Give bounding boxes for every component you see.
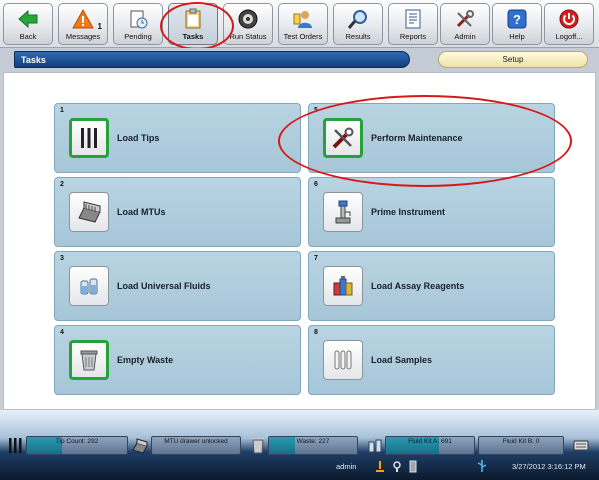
- tools-icon: [456, 10, 474, 28]
- temperature-icon: [376, 461, 384, 472]
- task-number: 2: [60, 181, 64, 188]
- task-load-samples[interactable]: 8 Load Samples: [308, 325, 555, 395]
- task-number: 6: [314, 181, 318, 188]
- task-number: 7: [314, 255, 318, 262]
- warning-icon: [72, 8, 94, 29]
- setup-tab[interactable]: Setup: [438, 51, 588, 68]
- pending-button[interactable]: Pending: [113, 3, 163, 45]
- task-label: Load Universal Fluids: [117, 281, 211, 291]
- waste-status-icon: [252, 438, 264, 454]
- run-status-icon: [238, 9, 258, 29]
- magnifier-icon: [347, 10, 367, 29]
- current-user: admin: [336, 462, 357, 471]
- test-orders-button[interactable]: Test Orders: [278, 3, 328, 45]
- mtu-drawer-gauge: MTU drawer unlocked: [151, 436, 241, 455]
- help-label: Help: [509, 32, 525, 41]
- tip-count-gauge: Tip Count: 292: [26, 436, 128, 455]
- task-load-assay-reagents[interactable]: 7 Load Assay Reagents: [308, 251, 555, 321]
- task-number: 1: [60, 107, 64, 114]
- waste-gauge: Waste: 227: [268, 436, 358, 455]
- waste-text: Waste: 227: [296, 438, 330, 445]
- task-number: 4: [60, 329, 64, 336]
- messages-button[interactable]: 1 Messages: [58, 3, 108, 45]
- back-label: Back: [19, 32, 37, 41]
- test-orders-icon: [293, 11, 312, 28]
- results-button[interactable]: Results: [333, 3, 383, 45]
- messages-label: Messages: [65, 32, 101, 41]
- tips-status-icon: [9, 438, 22, 453]
- task-perform-maintenance[interactable]: 5 Perform Maintenance: [308, 103, 555, 173]
- power-icon: [559, 9, 579, 29]
- task-empty-waste[interactable]: 4 Empty Waste: [54, 325, 301, 395]
- door-status-icon: [409, 460, 417, 473]
- results-label: Results: [345, 32, 371, 41]
- fluid-kit-b-text: Fluid Kit B: 0: [502, 438, 540, 445]
- fluid-kit-b-gauge: Fluid Kit B: 0: [478, 436, 564, 455]
- task-label: Load Samples: [371, 355, 433, 365]
- fluid-kit-a-text: Fluid Kit A: 691: [408, 438, 452, 445]
- task-load-tips[interactable]: 1 Load Tips: [54, 103, 301, 173]
- instrument-status-icon: [393, 461, 401, 472]
- date-time: 3/27/2012 3:16:12 PM: [512, 462, 586, 471]
- pending-label: Pending: [124, 32, 152, 41]
- main-toolbar: Back 1 Messages Pending Tasks Run Status…: [0, 0, 599, 48]
- task-panel: 1 Load Tips 5 Perform Maintenance 2 Load…: [3, 72, 596, 410]
- samples-icon: [323, 340, 363, 380]
- maintenance-icon: [323, 118, 363, 158]
- help-button[interactable]: ? Help: [492, 3, 542, 45]
- task-load-universal-fluids[interactable]: 3 Load Universal Fluids: [54, 251, 301, 321]
- svg-text:?: ?: [513, 12, 521, 27]
- task-label: Empty Waste: [117, 355, 174, 365]
- task-label: Prime Instrument: [371, 207, 446, 217]
- help-icon: ?: [507, 9, 527, 29]
- task-label: Load Assay Reagents: [371, 281, 465, 291]
- keyboard-icon[interactable]: [572, 436, 590, 455]
- test-orders-label: Test Orders: [283, 32, 323, 41]
- mtu-icon: [69, 192, 109, 232]
- back-arrow-icon: [18, 9, 38, 29]
- reports-button[interactable]: Reports: [388, 3, 438, 45]
- task-number: 8: [314, 329, 318, 336]
- task-prime-instrument[interactable]: 6 Prime Instrument: [308, 177, 555, 247]
- task-label: Load Tips: [117, 133, 160, 143]
- tasks-button[interactable]: Tasks: [168, 3, 218, 45]
- task-number: 5: [314, 107, 318, 114]
- usb-icon: [477, 460, 487, 472]
- logoff-label: Logoff...: [555, 32, 583, 41]
- admin-label: Admin: [454, 32, 476, 41]
- pending-icon: [130, 10, 148, 29]
- task-label: Perform Maintenance: [371, 133, 463, 143]
- clipboard-icon: [185, 8, 201, 29]
- mtu-status-icon: [132, 438, 148, 454]
- fluid-kit-a-gauge: Fluid Kit A: 691: [385, 436, 475, 455]
- reports-label: Reports: [399, 32, 427, 41]
- messages-badge: 1: [97, 22, 102, 31]
- mtu-drawer-text: MTU drawer unlocked: [164, 438, 228, 445]
- task-label: Load MTUs: [117, 207, 166, 217]
- run-status-label: Run Status: [229, 32, 267, 41]
- logoff-button[interactable]: Logoff...: [544, 3, 594, 45]
- run-status-button[interactable]: Run Status: [223, 3, 273, 45]
- tip-count-text: Tip Count: 292: [55, 438, 99, 445]
- task-load-mtus[interactable]: 2 Load MTUs: [54, 177, 301, 247]
- waste-icon: [69, 340, 109, 380]
- fluid-kit-status-icon: [368, 439, 382, 453]
- admin-button[interactable]: Admin: [440, 3, 490, 45]
- back-button[interactable]: Back: [3, 3, 53, 45]
- tips-icon: [69, 118, 109, 158]
- fluids-icon: [69, 266, 109, 306]
- tasks-label: Tasks: [182, 32, 204, 41]
- page-title: Tasks: [14, 51, 410, 68]
- report-icon: [405, 9, 421, 29]
- header-bar: Tasks Setup: [0, 48, 599, 72]
- prime-icon: [323, 192, 363, 232]
- reagents-icon: [323, 266, 363, 306]
- task-number: 3: [60, 255, 64, 262]
